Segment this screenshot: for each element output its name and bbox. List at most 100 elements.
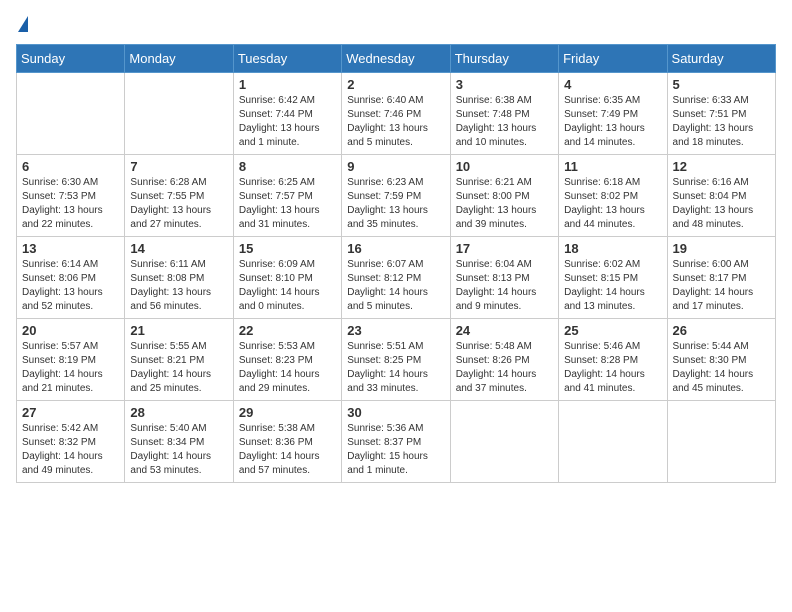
calendar-cell: 10 Sunrise: 6:21 AM Sunset: 8:00 PM Dayli… xyxy=(450,155,558,237)
day-number: 2 xyxy=(347,77,444,92)
day-info: Sunrise: 6:14 AM Sunset: 8:06 PM Dayligh… xyxy=(22,258,119,314)
calendar-cell: 3 Sunrise: 6:38 AM Sunset: 7:48 PM Daylig… xyxy=(450,73,558,155)
day-header-tuesday: Tuesday xyxy=(233,45,341,73)
calendar-cell: 18 Sunrise: 6:02 AM Sunset: 8:15 PM Dayli… xyxy=(559,237,667,319)
day-number: 29 xyxy=(239,405,336,420)
calendar-cell xyxy=(667,401,775,483)
day-number: 28 xyxy=(130,405,227,420)
day-info: Sunrise: 5:46 AM Sunset: 8:28 PM Dayligh… xyxy=(564,340,661,396)
calendar-cell: 5 Sunrise: 6:33 AM Sunset: 7:51 PM Daylig… xyxy=(667,73,775,155)
day-info: Sunrise: 6:11 AM Sunset: 8:08 PM Dayligh… xyxy=(130,258,227,314)
day-number: 6 xyxy=(22,159,119,174)
calendar-cell: 22 Sunrise: 5:53 AM Sunset: 8:23 PM Dayli… xyxy=(233,319,341,401)
day-header-sunday: Sunday xyxy=(17,45,125,73)
day-info: Sunrise: 6:42 AM Sunset: 7:44 PM Dayligh… xyxy=(239,94,336,150)
day-number: 12 xyxy=(673,159,770,174)
day-info: Sunrise: 5:53 AM Sunset: 8:23 PM Dayligh… xyxy=(239,340,336,396)
day-info: Sunrise: 6:38 AM Sunset: 7:48 PM Dayligh… xyxy=(456,94,553,150)
day-info: Sunrise: 5:38 AM Sunset: 8:36 PM Dayligh… xyxy=(239,422,336,478)
day-info: Sunrise: 5:44 AM Sunset: 8:30 PM Dayligh… xyxy=(673,340,770,396)
calendar-cell: 25Sunrise: 5:46 AM Sunset: 8:28 PM Dayli… xyxy=(559,319,667,401)
calendar-cell: 2 Sunrise: 6:40 AM Sunset: 7:46 PM Daylig… xyxy=(342,73,450,155)
day-number: 27 xyxy=(22,405,119,420)
day-number: 8 xyxy=(239,159,336,174)
day-info: Sunrise: 6:07 AM Sunset: 8:12 PM Dayligh… xyxy=(347,258,444,314)
day-number: 11 xyxy=(564,159,661,174)
day-info: Sunrise: 6:02 AM Sunset: 8:15 PM Dayligh… xyxy=(564,258,661,314)
day-info: Sunrise: 6:35 AM Sunset: 7:49 PM Dayligh… xyxy=(564,94,661,150)
day-number: 18 xyxy=(564,241,661,256)
day-info: Sunrise: 6:21 AM Sunset: 8:00 PM Dayligh… xyxy=(456,176,553,232)
day-info: Sunrise: 5:48 AM Sunset: 8:26 PM Dayligh… xyxy=(456,340,553,396)
day-info: Sunrise: 6:16 AM Sunset: 8:04 PM Dayligh… xyxy=(673,176,770,232)
day-number: 10 xyxy=(456,159,553,174)
calendar-cell: 23 Sunrise: 5:51 AM Sunset: 8:25 PM Dayli… xyxy=(342,319,450,401)
calendar-cell: 19Sunrise: 6:00 AM Sunset: 8:17 PM Dayli… xyxy=(667,237,775,319)
calendar-cell: 29 Sunrise: 5:38 AM Sunset: 8:36 PM Dayli… xyxy=(233,401,341,483)
calendar-week-row: 13 Sunrise: 6:14 AM Sunset: 8:06 PM Dayli… xyxy=(17,237,776,319)
day-number: 26 xyxy=(673,323,770,338)
calendar-cell: 27 Sunrise: 5:42 AM Sunset: 8:32 PM Dayli… xyxy=(17,401,125,483)
calendar-cell: 9 Sunrise: 6:23 AM Sunset: 7:59 PM Daylig… xyxy=(342,155,450,237)
day-info: Sunrise: 6:04 AM Sunset: 8:13 PM Dayligh… xyxy=(456,258,553,314)
calendar-cell: 13 Sunrise: 6:14 AM Sunset: 8:06 PM Dayli… xyxy=(17,237,125,319)
day-number: 20 xyxy=(22,323,119,338)
day-info: Sunrise: 5:36 AM Sunset: 8:37 PM Dayligh… xyxy=(347,422,444,478)
calendar-week-row: 20 Sunrise: 5:57 AM Sunset: 8:19 PM Dayli… xyxy=(17,319,776,401)
day-header-saturday: Saturday xyxy=(667,45,775,73)
day-header-monday: Monday xyxy=(125,45,233,73)
calendar-cell: 20 Sunrise: 5:57 AM Sunset: 8:19 PM Dayli… xyxy=(17,319,125,401)
calendar-cell: 8 Sunrise: 6:25 AM Sunset: 7:57 PM Daylig… xyxy=(233,155,341,237)
day-number: 24 xyxy=(456,323,553,338)
calendar-cell: 15 Sunrise: 6:09 AM Sunset: 8:10 PM Dayli… xyxy=(233,237,341,319)
day-header-wednesday: Wednesday xyxy=(342,45,450,73)
day-header-friday: Friday xyxy=(559,45,667,73)
day-info: Sunrise: 6:09 AM Sunset: 8:10 PM Dayligh… xyxy=(239,258,336,314)
day-info: Sunrise: 6:40 AM Sunset: 7:46 PM Dayligh… xyxy=(347,94,444,150)
calendar-cell: 28 Sunrise: 5:40 AM Sunset: 8:34 PM Dayli… xyxy=(125,401,233,483)
day-number: 22 xyxy=(239,323,336,338)
calendar-cell xyxy=(559,401,667,483)
day-number: 30 xyxy=(347,405,444,420)
calendar-cell xyxy=(125,73,233,155)
day-number: 19 xyxy=(673,241,770,256)
day-info: Sunrise: 6:23 AM Sunset: 7:59 PM Dayligh… xyxy=(347,176,444,232)
calendar-header-row: SundayMondayTuesdayWednesdayThursdayFrid… xyxy=(17,45,776,73)
day-number: 5 xyxy=(673,77,770,92)
calendar-cell xyxy=(17,73,125,155)
calendar-cell: 21Sunrise: 5:55 AM Sunset: 8:21 PM Dayli… xyxy=(125,319,233,401)
day-number: 3 xyxy=(456,77,553,92)
day-info: Sunrise: 5:57 AM Sunset: 8:19 PM Dayligh… xyxy=(22,340,119,396)
day-info: Sunrise: 6:28 AM Sunset: 7:55 PM Dayligh… xyxy=(130,176,227,232)
day-info: Sunrise: 5:42 AM Sunset: 8:32 PM Dayligh… xyxy=(22,422,119,478)
calendar-cell: 7 Sunrise: 6:28 AM Sunset: 7:55 PM Daylig… xyxy=(125,155,233,237)
day-header-thursday: Thursday xyxy=(450,45,558,73)
day-number: 13 xyxy=(22,241,119,256)
day-info: Sunrise: 5:51 AM Sunset: 8:25 PM Dayligh… xyxy=(347,340,444,396)
calendar-cell: 1 Sunrise: 6:42 AM Sunset: 7:44 PM Daylig… xyxy=(233,73,341,155)
day-info: Sunrise: 6:33 AM Sunset: 7:51 PM Dayligh… xyxy=(673,94,770,150)
day-number: 7 xyxy=(130,159,227,174)
day-info: Sunrise: 5:55 AM Sunset: 8:21 PM Dayligh… xyxy=(130,340,227,396)
calendar-cell: 24 Sunrise: 5:48 AM Sunset: 8:26 PM Dayli… xyxy=(450,319,558,401)
day-info: Sunrise: 6:30 AM Sunset: 7:53 PM Dayligh… xyxy=(22,176,119,232)
day-number: 9 xyxy=(347,159,444,174)
day-number: 15 xyxy=(239,241,336,256)
day-info: Sunrise: 6:25 AM Sunset: 7:57 PM Dayligh… xyxy=(239,176,336,232)
calendar-cell: 12 Sunrise: 6:16 AM Sunset: 8:04 PM Dayli… xyxy=(667,155,775,237)
calendar-week-row: 27 Sunrise: 5:42 AM Sunset: 8:32 PM Dayli… xyxy=(17,401,776,483)
day-info: Sunrise: 5:40 AM Sunset: 8:34 PM Dayligh… xyxy=(130,422,227,478)
day-number: 4 xyxy=(564,77,661,92)
day-number: 1 xyxy=(239,77,336,92)
calendar-cell: 14 Sunrise: 6:11 AM Sunset: 8:08 PM Dayli… xyxy=(125,237,233,319)
day-number: 23 xyxy=(347,323,444,338)
calendar-cell: 11Sunrise: 6:18 AM Sunset: 8:02 PM Dayli… xyxy=(559,155,667,237)
header xyxy=(16,16,776,34)
calendar-cell xyxy=(450,401,558,483)
logo xyxy=(16,16,28,34)
calendar-cell: 4 Sunrise: 6:35 AM Sunset: 7:49 PM Daylig… xyxy=(559,73,667,155)
day-number: 14 xyxy=(130,241,227,256)
calendar-cell: 30 Sunrise: 5:36 AM Sunset: 8:37 PM Dayli… xyxy=(342,401,450,483)
calendar-week-row: 6 Sunrise: 6:30 AM Sunset: 7:53 PM Daylig… xyxy=(17,155,776,237)
calendar-cell: 17Sunrise: 6:04 AM Sunset: 8:13 PM Dayli… xyxy=(450,237,558,319)
